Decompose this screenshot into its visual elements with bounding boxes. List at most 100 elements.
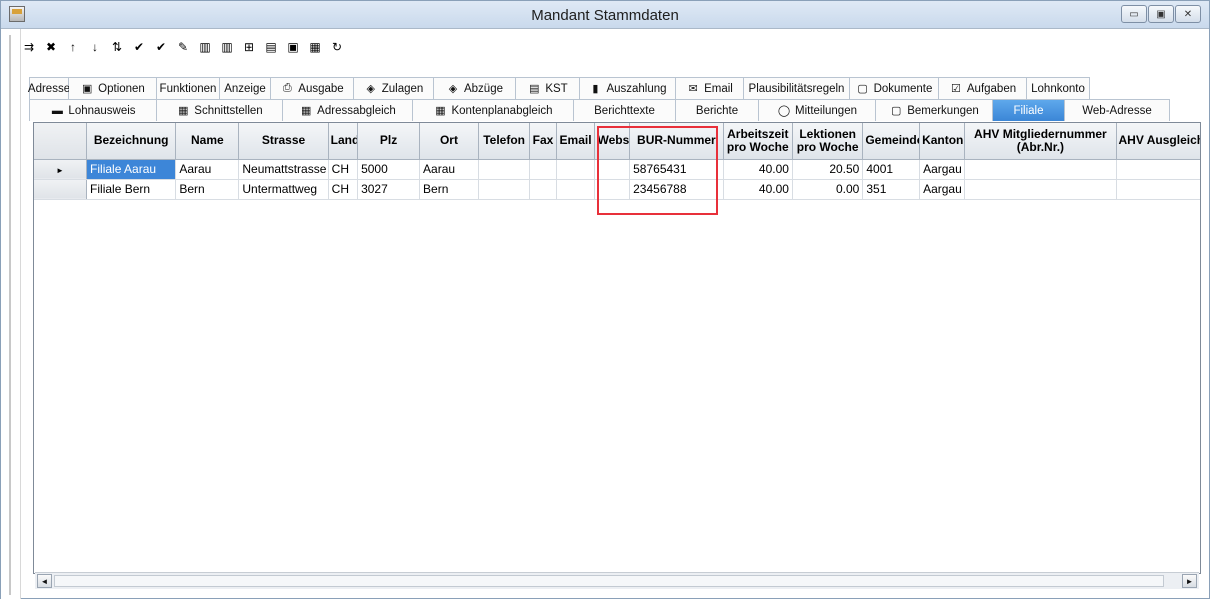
tab-icon: ◯ <box>777 105 791 117</box>
table-cell[interactable]: CH <box>328 179 359 200</box>
table-cell[interactable]: 40.00 <box>723 179 793 200</box>
tab-berichttexte[interactable]: Berichttexte <box>574 99 676 121</box>
tab-label: Auszahlung <box>606 82 667 95</box>
table-cell[interactable]: Filiale Aarau <box>86 159 177 180</box>
table-cell[interactable]: Aarau <box>419 159 479 180</box>
table-cell[interactable] <box>1116 159 1200 180</box>
table-cell[interactable]: 3027 <box>357 179 421 200</box>
table-cell[interactable] <box>1116 179 1200 200</box>
tab-dokumente[interactable]: ▢ Dokumente <box>850 77 939 99</box>
merge-icon[interactable]: ⊞ <box>241 39 257 55</box>
scroll-thumb[interactable] <box>54 575 1164 587</box>
table-cell[interactable]: Untermattweg <box>238 179 329 200</box>
tab-schnittstellen[interactable]: ▦ Schnittstellen <box>157 99 283 121</box>
tab-berichte[interactable]: Berichte <box>676 99 759 121</box>
tab-aufgaben[interactable]: ☑ Aufgaben <box>939 77 1027 99</box>
table-cell[interactable]: 20.50 <box>792 159 864 180</box>
tab-label: Adresse <box>27 82 71 95</box>
bur-nummer-highlight <box>597 126 718 215</box>
spellcheck-icon[interactable]: ✔ <box>131 39 147 55</box>
column-header[interactable]: Fax <box>529 123 557 160</box>
column-header[interactable]: AHV Ausgleichskasse <box>1116 123 1200 160</box>
arrow-up-icon[interactable]: ↑ <box>65 39 81 55</box>
column-header[interactable]: Bezeichnung <box>86 123 177 160</box>
table-cell[interactable] <box>556 159 596 180</box>
table-cell[interactable]: 5000 <box>357 159 421 180</box>
row-selector[interactable] <box>34 179 88 200</box>
tab-kst[interactable]: ▤ KST <box>516 77 580 99</box>
table-cell[interactable] <box>964 159 1117 180</box>
tab-filiale[interactable]: Filiale <box>993 99 1065 121</box>
column-header[interactable]: Kanton <box>919 123 966 160</box>
columns2-icon[interactable]: ▥ <box>219 39 235 55</box>
tab-abzüge[interactable]: ◈ Abzüge <box>434 77 516 99</box>
tab-lohnausweis[interactable]: ▬ Lohnausweis <box>29 99 157 121</box>
spellcheck-all-icon[interactable]: ✔ <box>153 39 169 55</box>
arrow-down-icon[interactable]: ↓ <box>87 39 103 55</box>
refresh-icon[interactable]: ↻ <box>329 39 345 55</box>
close-button[interactable]: ✕ <box>1175 5 1201 23</box>
column-header[interactable]: AHV Mitgliedernummer (Abr.Nr.) <box>964 123 1117 160</box>
tab-icon: ⎙ <box>282 82 292 94</box>
table-cell[interactable] <box>478 159 531 180</box>
tab-web-adresse[interactable]: Web-Adresse <box>1065 99 1170 121</box>
table-cell[interactable]: 40.00 <box>723 159 793 180</box>
tab-mitteilungen[interactable]: ◯ Mitteilungen <box>759 99 876 121</box>
table-cell[interactable] <box>529 159 557 180</box>
tab-email[interactable]: ✉ Email <box>676 77 744 99</box>
column-header[interactable]: Plz <box>357 123 421 160</box>
row-selector[interactable]: ► <box>34 159 88 180</box>
tab-adresse[interactable]: Adresse <box>27 77 71 99</box>
tab-zulagen[interactable]: ◈ Zulagen <box>354 77 434 99</box>
column-header[interactable]: Email <box>556 123 596 160</box>
column-header[interactable]: Lektionen pro Woche <box>792 123 864 160</box>
tab-optionen[interactable]: ▣ Optionen <box>69 77 157 99</box>
scroll-left-button[interactable]: ◄ <box>37 574 52 588</box>
tab-bemerkungen[interactable]: ▢ Bemerkungen <box>876 99 993 121</box>
table-cell[interactable] <box>556 179 596 200</box>
edit-icon[interactable]: ✎ <box>175 39 191 55</box>
table-cell[interactable] <box>478 179 531 200</box>
table-cell[interactable]: 351 <box>862 179 921 200</box>
sort-az-icon[interactable]: ⇅ <box>109 39 125 55</box>
window-title: Mandant Stammdaten <box>531 7 679 24</box>
table-cell[interactable]: Aargau <box>919 159 966 180</box>
tab-plausibilitätsregeln[interactable]: Plausibilitätsregeln <box>744 77 850 99</box>
copy-icon[interactable]: ▦ <box>307 39 323 55</box>
column-header[interactable]: Ort <box>419 123 479 160</box>
tab-lohnkonto[interactable]: Lohnkonto <box>1027 77 1090 99</box>
column-header[interactable]: Gemeindenummer <box>862 123 921 160</box>
column-header[interactable]: Strasse <box>238 123 329 160</box>
tab-kontenplanabgleich[interactable]: ▦ Kontenplanabgleich <box>413 99 574 121</box>
maximize-button[interactable]: ▣ <box>1148 5 1174 23</box>
table-cell[interactable]: Bern <box>175 179 240 200</box>
columns-icon[interactable]: ▥ <box>197 39 213 55</box>
minimize-button[interactable]: ▭ <box>1121 5 1147 23</box>
tab-adressabgleich[interactable]: ▦ Adressabgleich <box>283 99 413 121</box>
tab-label: Email <box>704 82 733 95</box>
column-header[interactable]: Telefon <box>478 123 531 160</box>
tab-anzeige[interactable]: Anzeige <box>220 77 271 99</box>
column-header[interactable]: Name <box>175 123 240 160</box>
delete-row-icon[interactable]: ✖ <box>43 39 59 55</box>
tab-ausgabe[interactable]: ⎙ Ausgabe <box>271 77 354 99</box>
save-icon[interactable]: ▣ <box>285 39 301 55</box>
table-cell[interactable]: Bern <box>419 179 479 200</box>
table-cell[interactable]: 0.00 <box>792 179 864 200</box>
tab-funktionen[interactable]: Funktionen <box>157 77 220 99</box>
table-cell[interactable]: CH <box>328 159 359 180</box>
table-cell[interactable]: Filiale Bern <box>86 179 177 200</box>
table-cell[interactable]: Aargau <box>919 179 966 200</box>
table-cell[interactable]: 4001 <box>862 159 921 180</box>
table-cell[interactable]: Neumattstrasse <box>238 159 329 180</box>
import-icon[interactable]: ▤ <box>263 39 279 55</box>
column-header[interactable]: Land <box>328 123 359 160</box>
scroll-right-button[interactable]: ► <box>1182 574 1197 588</box>
table-cell[interactable]: Aarau <box>175 159 240 180</box>
table-cell[interactable] <box>964 179 1117 200</box>
horizontal-scrollbar[interactable]: ◄ ► <box>35 572 1199 589</box>
tab-auszahlung[interactable]: ▮ Auszahlung <box>580 77 676 99</box>
table-cell[interactable] <box>529 179 557 200</box>
insert-row-icon[interactable]: ⇉ <box>21 39 37 55</box>
column-header[interactable]: Arbeitszeit pro Woche <box>723 123 793 160</box>
